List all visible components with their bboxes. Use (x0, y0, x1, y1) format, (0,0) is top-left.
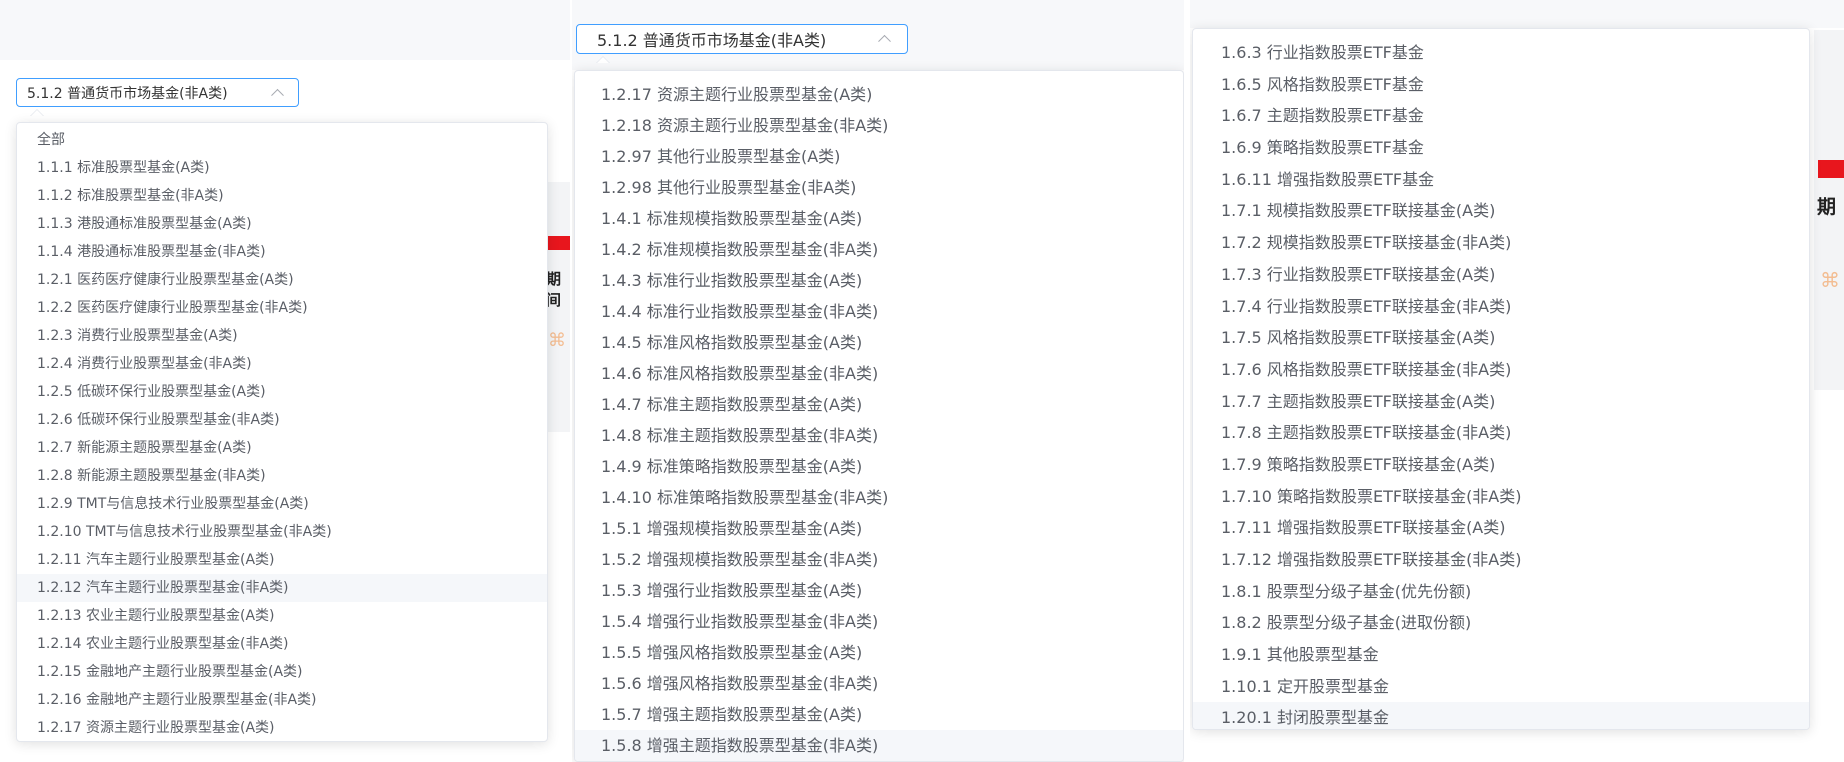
dropdown-option[interactable]: 1.1.2 标准股票型基金(非A类) (17, 182, 547, 210)
dropdown-option[interactable]: 1.4.4 标准行业指数股票型基金(非A类) (575, 296, 1183, 327)
dropdown-option[interactable]: 1.1.3 港股通标准股票型基金(A类) (17, 210, 547, 238)
dropdown-option[interactable]: 1.4.10 标准策略指数股票型基金(非A类) (575, 482, 1183, 513)
chevron-up-icon (878, 34, 891, 48)
dropdown-option[interactable]: 1.6.5 风格指数股票ETF基金 (1193, 69, 1809, 101)
dropdown-option[interactable]: 1.4.2 标准规模指数股票型基金(非A类) (575, 234, 1183, 265)
dropdown-option[interactable]: 1.4.8 标准主题指数股票型基金(非A类) (575, 420, 1183, 451)
dropdown-option[interactable]: 1.7.6 风格指数股票ETF联接基金(非A类) (1193, 354, 1809, 386)
dropdown-option[interactable]: 1.1.1 标准股票型基金(A类) (17, 154, 547, 182)
dropdown-option[interactable]: 1.8.1 股票型分级子基金(优先份额) (1193, 576, 1809, 608)
dropdown-option[interactable]: 1.2.17 资源主题行业股票型基金(A类) (575, 79, 1183, 110)
dropdown-option[interactable]: 1.10.1 定开股票型基金 (1193, 671, 1809, 703)
dropdown-option[interactable]: 1.6.3 行业指数股票ETF基金 (1193, 37, 1809, 69)
dropdown-option[interactable]: 1.2.12 汽车主题行业股票型基金(非A类) (17, 574, 547, 602)
dropdown-option[interactable]: 1.4.7 标准主题指数股票型基金(A类) (575, 389, 1183, 420)
screenshot-panel-1: 期间 ⌘ 5.1.2 普通货币市场基金(非A类) 全部 1.1.1 标准股票型基金… (0, 0, 570, 762)
chevron-up-icon (271, 88, 284, 102)
dropdown-caret (596, 56, 610, 63)
dropdown-option[interactable]: 1.5.8 增强主题指数股票型基金(非A类) (575, 730, 1183, 761)
fund-type-select[interactable]: 5.1.2 普通货币市场基金(非A类) (16, 78, 299, 107)
dropdown-option[interactable]: 1.2.11 汽车主题行业股票型基金(A类) (17, 546, 547, 574)
watermark-stamp: ⌘ (548, 330, 566, 351)
dropdown-option[interactable]: 1.5.6 增强风格指数股票型基金(非A类) (575, 668, 1183, 699)
dropdown-option[interactable]: 1.2.5 低碳环保行业股票型基金(A类) (17, 378, 547, 406)
dropdown-option[interactable]: 1.5.4 增强行业指数股票型基金(非A类) (575, 606, 1183, 637)
table-header-red-bar (1818, 160, 1844, 178)
page-backdrop (0, 0, 570, 60)
dropdown-option[interactable]: 1.2.1 医药医疗健康行业股票型基金(A类) (17, 266, 547, 294)
dropdown-option[interactable]: 1.4.5 标准风格指数股票型基金(A类) (575, 327, 1183, 358)
dropdown-option[interactable]: 1.2.3 消费行业股票型基金(A类) (17, 322, 547, 350)
dropdown-option[interactable]: 1.2.17 资源主题行业股票型基金(A类) (17, 714, 547, 741)
dropdown-option[interactable]: 1.4.3 标准行业指数股票型基金(A类) (575, 265, 1183, 296)
fund-type-select-value: 5.1.2 普通货币市场基金(非A类) (27, 85, 228, 102)
background-column-label: 期 (1817, 196, 1837, 218)
dropdown-option[interactable]: 1.7.7 主题指数股票ETF联接基金(A类) (1193, 386, 1809, 418)
dropdown-option[interactable]: 1.7.9 策略指数股票ETF联接基金(A类) (1193, 449, 1809, 481)
dropdown-option[interactable]: 1.1.4 港股通标准股票型基金(非A类) (17, 238, 547, 266)
dropdown-option[interactable]: 1.5.2 增强规模指数股票型基金(非A类) (575, 544, 1183, 575)
dropdown-option[interactable]: 1.2.4 消费行业股票型基金(非A类) (17, 350, 547, 378)
dropdown-option[interactable]: 1.2.7 新能源主题股票型基金(A类) (17, 434, 547, 462)
screenshot-panel-3: 期 ⌘ 1.6.3 行业指数股票ETF基金 1.6.5 风格指数股票ETF基金 1.… (1190, 0, 1844, 762)
dropdown-option[interactable]: 1.8.2 股票型分级子基金(进取份额) (1193, 607, 1809, 639)
watermark-stamp: ⌘ (1820, 268, 1840, 292)
dropdown-option[interactable]: 1.2.97 其他行业股票型基金(A类) (575, 141, 1183, 172)
dropdown-option[interactable]: 1.7.12 增强指数股票ETF联接基金(非A类) (1193, 544, 1809, 576)
dropdown-option[interactable]: 1.2.8 新能源主题股票型基金(非A类) (17, 462, 547, 490)
dropdown-option[interactable]: 1.4.1 标准规模指数股票型基金(A类) (575, 203, 1183, 234)
dropdown-option[interactable]: 1.2.18 资源主题行业股票型基金(非A类) (575, 110, 1183, 141)
dropdown-caret (30, 109, 44, 116)
fund-type-dropdown-list: 1.6.3 行业指数股票ETF基金 1.6.5 风格指数股票ETF基金 1.6.7 … (1192, 28, 1810, 730)
dropdown-option[interactable]: 1.5.5 增强风格指数股票型基金(A类) (575, 637, 1183, 668)
dropdown-option[interactable]: 1.5.1 增强规模指数股票型基金(A类) (575, 513, 1183, 544)
dropdown-option[interactable]: 1.5.7 增强主题指数股票型基金(A类) (575, 699, 1183, 730)
fund-type-select[interactable]: 5.1.2 普通货币市场基金(非A类) (576, 24, 908, 54)
dropdown-option[interactable]: 1.2.98 其他行业股票型基金(非A类) (575, 172, 1183, 203)
fund-type-dropdown-list: 1.2.17 资源主题行业股票型基金(A类) 1.2.18 资源主题行业股票型基金… (574, 70, 1184, 762)
dropdown-option[interactable]: 1.6.9 策略指数股票ETF基金 (1193, 132, 1809, 164)
dropdown-option[interactable]: 1.20.1 封闭股票型基金 (1193, 702, 1809, 729)
dropdown-option[interactable]: 1.2.2 医药医疗健康行业股票型基金(非A类) (17, 294, 547, 322)
dropdown-option[interactable]: 1.5.3 增强行业指数股票型基金(A类) (575, 575, 1183, 606)
dropdown-option[interactable]: 1.2.10 TMT与信息技术行业股票型基金(非A类) (17, 518, 547, 546)
background-column-label: 期间 (546, 270, 562, 309)
table-header-red-bar (548, 236, 570, 250)
dropdown-option[interactable]: 1.7.1 规模指数股票ETF联接基金(A类) (1193, 195, 1809, 227)
page-backdrop (1190, 0, 1844, 28)
dropdown-option[interactable]: 1.7.3 行业指数股票ETF联接基金(A类) (1193, 259, 1809, 291)
screenshot-panel-2: 5.1.2 普通货币市场基金(非A类) 1.2.17 资源主题行业股票型基金(A… (572, 0, 1184, 762)
dropdown-option[interactable]: 1.4.9 标准策略指数股票型基金(A类) (575, 451, 1183, 482)
fund-type-dropdown-list: 全部 1.1.1 标准股票型基金(A类) 1.1.2 标准股票型基金(非A类) 1.1… (16, 122, 548, 742)
dropdown-option[interactable]: 1.7.10 策略指数股票ETF联接基金(非A类) (1193, 481, 1809, 513)
dropdown-option[interactable]: 1.7.8 主题指数股票ETF联接基金(非A类) (1193, 417, 1809, 449)
dropdown-option[interactable]: 1.9.1 其他股票型基金 (1193, 639, 1809, 671)
dropdown-option[interactable]: 1.7.11 增强指数股票ETF联接基金(A类) (1193, 512, 1809, 544)
fund-type-select-value: 5.1.2 普通货币市场基金(非A类) (597, 31, 827, 50)
dropdown-option[interactable]: 1.7.2 规模指数股票ETF联接基金(非A类) (1193, 227, 1809, 259)
dropdown-option[interactable]: 1.2.13 农业主题行业股票型基金(A类) (17, 602, 547, 630)
dropdown-option[interactable]: 1.4.6 标准风格指数股票型基金(非A类) (575, 358, 1183, 389)
dropdown-option[interactable]: 1.7.5 风格指数股票ETF联接基金(A类) (1193, 322, 1809, 354)
dropdown-option[interactable]: 全部 (17, 126, 547, 154)
dropdown-option[interactable]: 1.2.6 低碳环保行业股票型基金(非A类) (17, 406, 547, 434)
dropdown-option[interactable]: 1.2.16 金融地产主题行业股票型基金(非A类) (17, 686, 547, 714)
dropdown-option[interactable]: 1.7.4 行业指数股票ETF联接基金(非A类) (1193, 291, 1809, 323)
dropdown-option[interactable]: 1.6.7 主题指数股票ETF基金 (1193, 100, 1809, 132)
dropdown-option[interactable]: 1.2.14 农业主题行业股票型基金(非A类) (17, 630, 547, 658)
dropdown-option[interactable]: 1.2.15 金融地产主题行业股票型基金(A类) (17, 658, 547, 686)
dropdown-option[interactable]: 1.2.9 TMT与信息技术行业股票型基金(A类) (17, 490, 547, 518)
dropdown-option[interactable]: 1.6.11 增强指数股票ETF基金 (1193, 164, 1809, 196)
